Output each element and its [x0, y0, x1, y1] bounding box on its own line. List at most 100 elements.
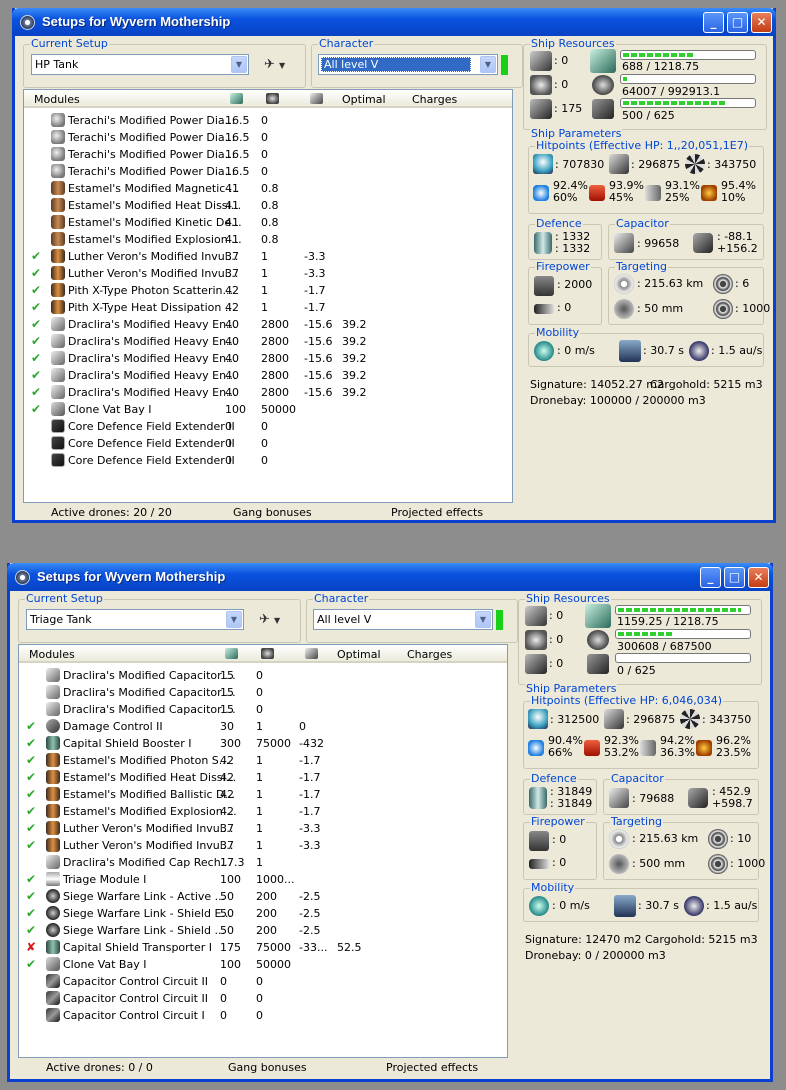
module-row[interactable]: ✔ Estamel's Modified Heat Dissi... 42 1 -1.7: [19, 769, 507, 786]
online-check-icon[interactable]: ✔: [26, 957, 36, 971]
module-row[interactable]: ✔ Clone Vat Bay I 100 50000: [24, 401, 512, 418]
module-row[interactable]: ✔ Triage Module I 100 1000...: [19, 871, 507, 888]
close-button[interactable]: ✕: [748, 567, 769, 588]
module-row[interactable]: ✔ Luther Veron's Modified Invul... 37 1 -3.3: [19, 820, 507, 837]
setup-menu-button[interactable]: ✈ ▼: [264, 57, 285, 72]
cpu-column-icon[interactable]: [230, 93, 243, 104]
module-row[interactable]: Capacitor Control Circuit II 0 0: [19, 973, 507, 990]
current-setup-dropdown[interactable]: Triage Tank ▼: [26, 609, 244, 630]
online-check-icon[interactable]: ✔: [26, 821, 36, 835]
online-check-icon[interactable]: ✔: [26, 787, 36, 801]
chevron-down-icon[interactable]: ▼: [480, 56, 496, 73]
module-row[interactable]: Estamel's Modified Heat Dissi... 41 0.8: [24, 197, 512, 214]
chevron-down-icon[interactable]: ▼: [226, 611, 242, 628]
module-row[interactable]: ✔ Draclira's Modified Heavy En... 40 2800 -1…: [24, 350, 512, 367]
online-check-icon[interactable]: ✔: [31, 402, 41, 416]
module-row[interactable]: ✔ Estamel's Modified Photon S... 42 1 -1.7: [19, 752, 507, 769]
module-row[interactable]: ✔ Estamel's Modified Explosion ... 42 1 -1.7: [19, 803, 507, 820]
module-row[interactable]: Core Defence Field Extender II 0 0: [24, 452, 512, 469]
online-check-icon[interactable]: ✔: [31, 266, 41, 280]
module-row[interactable]: ✔ Draclira's Modified Heavy En... 40 2800 -1…: [24, 316, 512, 333]
module-row[interactable]: Draclira's Modified Capacitor ... 15 0: [19, 667, 507, 684]
capacitor-column-icon[interactable]: [305, 648, 318, 659]
online-check-icon[interactable]: ✔: [26, 804, 36, 818]
header-charges[interactable]: Charges: [407, 648, 452, 661]
module-row[interactable]: ✔ Luther Veron's Modified Invul... 37 1 -3.3: [19, 837, 507, 854]
modules-list[interactable]: Modules Optimal Charges Draclira's Modif…: [18, 644, 508, 1058]
header-optimal[interactable]: Optimal: [342, 93, 386, 106]
module-row[interactable]: ✔ Pith X-Type Heat Dissipation ... 42 1 -1.7: [24, 299, 512, 316]
projected-effects-button[interactable]: Projected effects: [386, 1061, 478, 1074]
projected-effects-button[interactable]: Projected effects: [391, 506, 483, 519]
module-row[interactable]: ✔ Luther Veron's Modified Invul... 37 1 -3.3: [24, 248, 512, 265]
powergrid-column-icon[interactable]: [261, 648, 274, 659]
online-check-icon[interactable]: ✔: [31, 283, 41, 297]
maximize-button[interactable]: □: [724, 567, 745, 588]
module-row[interactable]: ✔ Draclira's Modified Heavy En... 40 2800 -1…: [24, 384, 512, 401]
online-check-icon[interactable]: ✔: [26, 719, 36, 733]
maximize-button[interactable]: □: [727, 12, 748, 33]
module-row[interactable]: Draclira's Modified Cap Rech... 17.3 1: [19, 854, 507, 871]
online-check-icon[interactable]: ✔: [31, 385, 41, 399]
minimize-button[interactable]: _: [700, 567, 721, 588]
header-modules[interactable]: Modules: [34, 93, 80, 106]
header-optimal[interactable]: Optimal: [337, 648, 381, 661]
character-dropdown[interactable]: All level V ▼: [318, 54, 498, 75]
online-check-icon[interactable]: ✔: [31, 334, 41, 348]
online-check-icon[interactable]: ✔: [31, 300, 41, 314]
module-row[interactable]: Draclira's Modified Capacitor ... 15 0: [19, 684, 507, 701]
online-check-icon[interactable]: ✔: [31, 249, 41, 263]
online-check-icon[interactable]: ✔: [26, 770, 36, 784]
module-row[interactable]: Draclira's Modified Capacitor ... 15 0: [19, 701, 507, 718]
header-modules[interactable]: Modules: [29, 648, 75, 661]
online-check-icon[interactable]: ✔: [31, 351, 41, 365]
online-check-icon[interactable]: ✔: [26, 889, 36, 903]
active-drones-status[interactable]: Active drones: 20 / 20: [51, 506, 172, 519]
module-row[interactable]: ✔ Pith X-Type Photon Scatterin... 42 1 -1.7: [24, 282, 512, 299]
module-row[interactable]: Core Defence Field Extender II 0 0: [24, 435, 512, 452]
module-row[interactable]: Terachi's Modified Power Dia... 16.5 0: [24, 112, 512, 129]
module-row[interactable]: Terachi's Modified Power Dia... 16.5 0: [24, 163, 512, 180]
module-row[interactable]: ✔ Estamel's Modified Ballistic D... 42 1 -1.…: [19, 786, 507, 803]
online-check-icon[interactable]: ✔: [26, 838, 36, 852]
current-setup-dropdown[interactable]: HP Tank ▼: [31, 54, 249, 75]
title-bar[interactable]: Setups for Wyvern Mothership _ □ ✕: [7, 563, 773, 591]
chevron-down-icon[interactable]: ▼: [475, 611, 491, 628]
module-row[interactable]: Estamel's Modified Explosion ... 41 0.8: [24, 231, 512, 248]
chevron-down-icon[interactable]: ▼: [231, 56, 247, 73]
online-check-icon[interactable]: ✔: [26, 906, 36, 920]
module-row[interactable]: ✔ Siege Warfare Link - Active ... 50 200 -2.…: [19, 888, 507, 905]
module-row[interactable]: ✔ Luther Veron's Modified Invul... 37 1 -3.3: [24, 265, 512, 282]
module-row[interactable]: Estamel's Modified Kinetic De... 41 0.8: [24, 214, 512, 231]
title-bar[interactable]: Setups for Wyvern Mothership _ □ ✕: [12, 8, 776, 36]
module-row[interactable]: ✔ Damage Control II 30 1 0: [19, 718, 507, 735]
gang-bonuses-button[interactable]: Gang bonuses: [233, 506, 312, 519]
module-row[interactable]: Capacitor Control Circuit II 0 0: [19, 990, 507, 1007]
module-row[interactable]: ✔ Siege Warfare Link - Shield ... 50 200 -2.…: [19, 922, 507, 939]
cpu-column-icon[interactable]: [225, 648, 238, 659]
modules-list[interactable]: Modules Optimal Charges Terachi's Modifi…: [23, 89, 513, 503]
online-check-icon[interactable]: ✔: [26, 736, 36, 750]
module-row[interactable]: Terachi's Modified Power Dia... 16.5 0: [24, 129, 512, 146]
online-check-icon[interactable]: ✔: [31, 368, 41, 382]
module-row[interactable]: Estamel's Modified Magnetic ... 41 0.8: [24, 180, 512, 197]
capacitor-column-icon[interactable]: [310, 93, 323, 104]
character-dropdown[interactable]: All level V ▼: [313, 609, 493, 630]
close-button[interactable]: ✕: [751, 12, 772, 33]
gang-bonuses-button[interactable]: Gang bonuses: [228, 1061, 307, 1074]
module-row[interactable]: Terachi's Modified Power Dia... 16.5 0: [24, 146, 512, 163]
module-row[interactable]: ✔ Draclira's Modified Heavy En... 40 2800 -1…: [24, 367, 512, 384]
minimize-button[interactable]: _: [703, 12, 724, 33]
module-row[interactable]: Capacitor Control Circuit I 0 0: [19, 1007, 507, 1024]
active-drones-status[interactable]: Active drones: 0 / 0: [46, 1061, 153, 1074]
module-row[interactable]: ✔ Draclira's Modified Heavy En... 40 2800 -1…: [24, 333, 512, 350]
online-check-icon[interactable]: ✔: [26, 872, 36, 886]
module-row[interactable]: ✔ Clone Vat Bay I 100 50000: [19, 956, 507, 973]
powergrid-column-icon[interactable]: [266, 93, 279, 104]
module-row[interactable]: ✔ Capital Shield Booster I 300 75000 -432: [19, 735, 507, 752]
setup-menu-button[interactable]: ✈ ▼: [259, 612, 280, 627]
online-check-icon[interactable]: ✔: [26, 923, 36, 937]
module-row[interactable]: ✔ Siege Warfare Link - Shield E... 50 200 -2…: [19, 905, 507, 922]
online-check-icon[interactable]: ✔: [31, 317, 41, 331]
header-charges[interactable]: Charges: [412, 93, 457, 106]
